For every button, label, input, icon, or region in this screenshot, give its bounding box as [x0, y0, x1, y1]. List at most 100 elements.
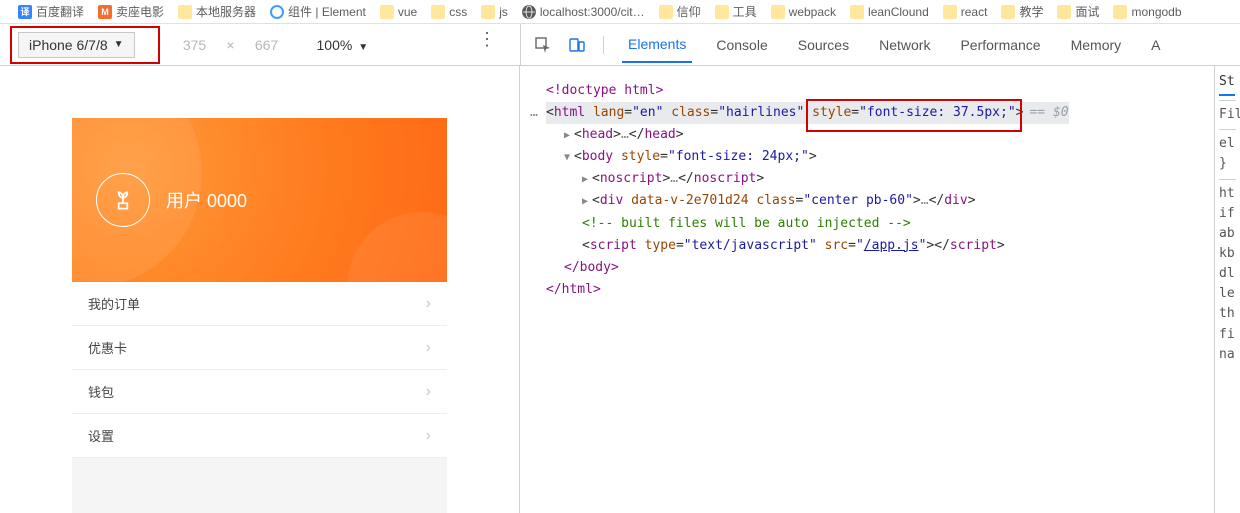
dom-script[interactable]: <script type="text/javascript" src="/app… — [530, 235, 1204, 257]
dom-body-close[interactable]: </body> — [530, 257, 1204, 279]
bookmark-item[interactable]: 教学 — [1001, 3, 1043, 20]
selected-indicator: == $0 — [1029, 105, 1068, 120]
dom-html-open[interactable]: …<html lang="en" class="hairlines" style… — [546, 102, 1069, 124]
chevron-right-icon: › — [426, 383, 431, 401]
bookmark-label: localhost:3000/cit… — [540, 5, 645, 19]
folder-icon — [715, 5, 729, 19]
folder-icon — [380, 5, 394, 19]
bookmark-label: leanClound — [868, 5, 929, 19]
bookmark-label: css — [449, 5, 467, 19]
menu-label: 设置 — [88, 426, 114, 445]
dom-body-open[interactable]: ▼<body style="font-size: 24px;"> — [530, 146, 1204, 168]
dom-noscript[interactable]: ▶<noscript>…</noscript> — [530, 168, 1204, 190]
viewport-width-input[interactable] — [175, 37, 215, 53]
styles-brace: } — [1219, 154, 1236, 174]
bookmark-label: 组件 | Element — [288, 3, 366, 20]
bookmark-label: 工具 — [733, 3, 757, 20]
styles-el: el — [1219, 134, 1236, 154]
user-label: 用户 0000 — [166, 187, 247, 213]
dom-doctype[interactable]: <!doctype html> — [530, 80, 1204, 102]
bookmark-item[interactable]: localhost:3000/cit… — [522, 5, 645, 19]
folder-icon — [850, 5, 864, 19]
bookmark-item[interactable]: js — [481, 5, 508, 19]
dom-div[interactable]: ▶<div data-v-2e701d24 class="center pb-6… — [530, 190, 1204, 212]
styles-line: fi — [1219, 325, 1236, 345]
bookmark-item[interactable]: 译百度翻译 — [18, 3, 84, 20]
elements-dom-tree[interactable]: <!doctype html> …<html lang="en" class="… — [520, 66, 1214, 513]
dom-html-close[interactable]: </html> — [530, 279, 1204, 301]
menu-item[interactable]: 我的订单 › — [72, 282, 447, 326]
dom-comment[interactable]: <!-- built files will be auto injected -… — [530, 213, 1204, 235]
viewport-height-input[interactable] — [247, 37, 287, 53]
viewport-dimensions: × — [175, 37, 287, 53]
bookmark-item[interactable]: css — [431, 5, 467, 19]
tab-sources[interactable]: Sources — [792, 27, 855, 63]
menu-label: 优惠卡 — [88, 338, 127, 357]
profile-header: 用户 0000 — [72, 118, 447, 282]
styles-line: kb — [1219, 244, 1236, 264]
kebab-menu-icon[interactable]: ⋮ — [478, 36, 496, 42]
ellipsis-icon: … — [530, 102, 538, 124]
bookmark-item[interactable]: 工具 — [715, 3, 757, 20]
tab-performance[interactable]: Performance — [954, 27, 1046, 63]
bookmark-item[interactable]: react — [943, 5, 988, 19]
menu-item[interactable]: 钱包 › — [72, 370, 447, 414]
dom-head[interactable]: ▶<head>…</head> — [530, 124, 1204, 146]
tab-console[interactable]: Console — [710, 27, 773, 63]
bookmark-item[interactable]: 面试 — [1057, 3, 1099, 20]
chevron-right-icon: › — [426, 295, 431, 313]
folder-icon — [1113, 5, 1127, 19]
styles-tab[interactable]: St — [1219, 72, 1236, 96]
expand-icon[interactable]: ▶ — [582, 193, 592, 210]
chevron-down-icon: ▼ — [358, 42, 368, 53]
menu-list: 我的订单 › 优惠卡 › 钱包 › 设置› — [72, 282, 447, 458]
toolbar-strip: iPhone 6/7/8 ▼ × 100% ▼ ⋮ Elements Conso… — [0, 24, 1240, 66]
times-icon: × — [226, 37, 234, 53]
bookmark-item[interactable]: 组件 | Element — [270, 3, 366, 20]
menu-label: 钱包 — [88, 382, 114, 401]
styles-line: ht — [1219, 184, 1236, 204]
bookmark-item[interactable]: leanClound — [850, 5, 929, 19]
expand-icon[interactable]: ▶ — [564, 127, 574, 144]
bookmark-label: mongodb — [1131, 5, 1181, 19]
bookmark-item[interactable]: 本地服务器 — [178, 3, 256, 20]
folder-icon — [771, 5, 785, 19]
folder-icon — [943, 5, 957, 19]
bookmark-label: vue — [398, 5, 417, 19]
bookmark-item[interactable]: 信仰 — [659, 3, 701, 20]
styles-line: if — [1219, 204, 1236, 224]
local-icon — [522, 5, 536, 19]
styles-line: le — [1219, 284, 1236, 304]
styles-filter[interactable]: Fil — [1219, 105, 1236, 125]
zoom-dropdown[interactable]: 100% ▼ — [317, 37, 369, 53]
elem-icon — [270, 5, 284, 19]
tab-more[interactable]: A — [1145, 27, 1166, 63]
collapse-icon[interactable]: ▼ — [564, 149, 574, 166]
bookmark-label: react — [961, 5, 988, 19]
chevron-right-icon: › — [426, 339, 431, 357]
bookmark-item[interactable]: M卖座电影 — [98, 3, 164, 20]
expand-icon[interactable]: ▶ — [582, 171, 592, 188]
bookmark-item[interactable]: vue — [380, 5, 417, 19]
device-toggle-icon[interactable] — [569, 37, 585, 53]
tab-elements[interactable]: Elements — [622, 26, 692, 63]
device-dropdown[interactable]: iPhone 6/7/8 ▼ — [18, 32, 135, 58]
maiz-icon: M — [98, 5, 112, 19]
avatar[interactable] — [96, 173, 150, 227]
menu-item[interactable]: 优惠卡 › — [72, 326, 447, 370]
menu-label: 我的订单 — [88, 294, 140, 313]
bookmark-label: js — [499, 5, 508, 19]
bookmark-item[interactable]: webpack — [771, 5, 836, 19]
devtools-tabs: Elements Console Sources Network Perform… — [520, 24, 1240, 65]
folder-icon — [1001, 5, 1015, 19]
bookmark-item[interactable]: mongodb — [1113, 5, 1181, 19]
tab-network[interactable]: Network — [873, 27, 936, 63]
folder-icon — [659, 5, 673, 19]
bookmark-label: 信仰 — [677, 3, 701, 20]
main-area: 用户 0000 我的订单 › 优惠卡 › 钱包 › 设置› <!doctype html> … — [0, 66, 1240, 513]
phone-viewport: 用户 0000 我的订单 › 优惠卡 › 钱包 › 设置› — [72, 118, 447, 513]
folder-icon — [1057, 5, 1071, 19]
inspect-icon[interactable] — [535, 37, 551, 53]
tab-memory[interactable]: Memory — [1065, 27, 1128, 63]
menu-item[interactable]: 设置› — [72, 414, 447, 458]
